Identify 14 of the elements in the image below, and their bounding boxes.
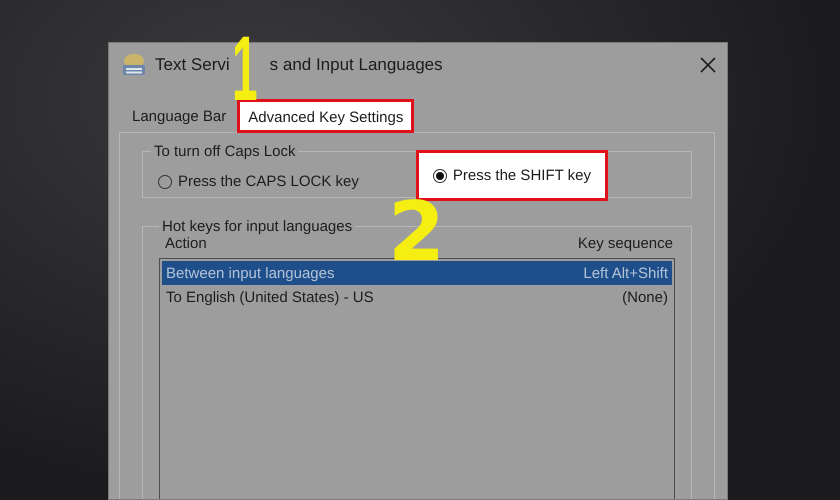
radio-empty-icon[interactable]: [158, 174, 172, 188]
window-title: s and Input Languages: [270, 54, 443, 74]
group-title: Hot keys for input languages: [162, 218, 352, 235]
list-row[interactable]: Between input languages Left Alt+Shift: [162, 261, 672, 285]
tab[interactable]: Advanced Key Settings: [237, 99, 414, 133]
column-header: Key sequence: [578, 235, 673, 252]
group-title: To turn off Caps Lock: [154, 143, 296, 160]
close-icon[interactable]: [699, 56, 717, 74]
keyboard-globe-icon: [121, 52, 147, 78]
column-header: Action: [165, 235, 207, 252]
window-title: Text Servi: [155, 54, 230, 74]
radio-option[interactable]: Press the CAPS LOCK key: [147, 164, 370, 199]
radio-selected-icon[interactable]: [432, 168, 447, 182]
list-row[interactable]: To English (United States) - US (None): [162, 285, 672, 309]
